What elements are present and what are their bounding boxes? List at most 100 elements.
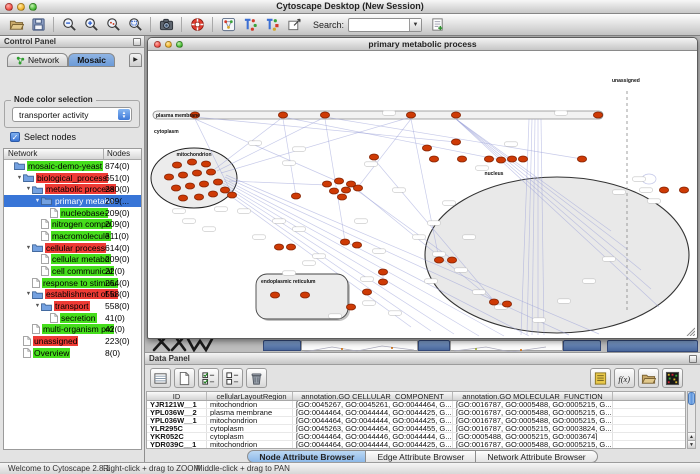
expander-icon[interactable]: ▼	[25, 291, 32, 297]
network-canvas[interactable]: plasma membranecytoplasmmitochondrionnuc…	[149, 51, 696, 337]
network-node[interactable]	[286, 244, 295, 250]
attribute-unselect-all-button[interactable]	[222, 368, 243, 388]
network-node[interactable]	[337, 194, 346, 200]
table-row[interactable]: YJR121W__1mitochondrion[GO:0045267, GO:0…	[147, 401, 685, 409]
background-window-fragment[interactable]	[301, 340, 418, 351]
network-node[interactable]	[496, 157, 505, 163]
table-row[interactable]: YKR052Ccytoplasm[GO:0044464, GO:0044446,…	[147, 433, 685, 441]
tree-row[interactable]: ▼cellular process614(0)	[4, 242, 141, 254]
scrollbar-thumb[interactable]	[688, 392, 695, 405]
network-node[interactable]	[406, 112, 415, 118]
tree-row[interactable]: ▼primary metabo209(...	[4, 195, 141, 207]
tree-row[interactable]: ▼cell communicat22(0)	[4, 265, 141, 277]
network-node[interactable]	[593, 112, 602, 118]
zoom-out-button[interactable]	[59, 15, 79, 34]
node-color-attribute-select[interactable]: transporter activity ▲▼	[12, 107, 132, 122]
help-button[interactable]	[187, 15, 207, 34]
background-window-titlebar[interactable]	[563, 340, 601, 351]
tree-row[interactable]: ▼biological_process651(0)	[4, 172, 141, 184]
network-node[interactable]	[429, 156, 438, 162]
open-session-button[interactable]	[6, 15, 26, 34]
manage-networks-button[interactable]	[218, 15, 238, 34]
tree-row[interactable]: ▼cellular metabo209(0)	[4, 254, 141, 266]
network-node[interactable]	[187, 159, 196, 165]
attribute-select-button[interactable]	[150, 368, 171, 388]
column-header[interactable]: annotation.GO CELLULAR_COMPONENT	[293, 392, 453, 400]
table-row[interactable]: YPL036W__1mitochondrion[GO:0044464, GO:0…	[147, 417, 685, 425]
tree-row[interactable]: ▼macromolecule311(0)	[4, 230, 141, 242]
import-attribute-button[interactable]	[638, 368, 659, 388]
network-node[interactable]	[274, 244, 283, 250]
tree-row[interactable]: ▼unassigned223(0)	[4, 335, 141, 347]
network-node[interactable]	[178, 195, 187, 201]
zoom-selected-button[interactable]	[103, 15, 123, 34]
network-node[interactable]	[300, 292, 309, 298]
import-attributes-button[interactable]	[427, 15, 447, 34]
column-header[interactable]: annotation.GO MOLECULAR_FUNCTION	[453, 392, 613, 400]
column-header[interactable]: _cellularLayoutRegion	[207, 392, 293, 400]
annotation-button[interactable]	[284, 15, 304, 34]
select-stepper-icon[interactable]: ▲▼	[118, 109, 130, 120]
network-node[interactable]	[457, 156, 466, 162]
network-node[interactable]	[334, 178, 343, 184]
attribute-create-button[interactable]	[174, 368, 195, 388]
network-node[interactable]	[507, 156, 516, 162]
network-node[interactable]	[194, 194, 203, 200]
tree-row[interactable]: ▼transport558(0)	[4, 300, 141, 312]
network-node[interactable]	[320, 112, 329, 118]
network-node[interactable]	[451, 112, 460, 118]
network-node[interactable]	[577, 156, 586, 162]
search-input[interactable]	[350, 19, 408, 31]
expander-icon[interactable]: ▼	[34, 198, 41, 204]
column-header[interactable]: ID	[147, 392, 207, 400]
expander-icon[interactable]: ▼	[25, 245, 32, 251]
tab-mosaic[interactable]: Mosaic	[68, 53, 115, 67]
save-session-button[interactable]	[28, 15, 48, 34]
network-node[interactable]	[489, 299, 498, 305]
zoom-fit-button[interactable]	[125, 15, 145, 34]
network-node[interactable]	[172, 162, 181, 168]
network-node[interactable]	[270, 292, 279, 298]
chevron-down-icon[interactable]: ▼	[409, 19, 421, 31]
select-nodes-checkbox[interactable]: ✓	[10, 132, 20, 142]
network-node[interactable]	[502, 301, 511, 307]
zoom-in-button[interactable]	[81, 15, 101, 34]
attribute-editor-button[interactable]	[590, 368, 611, 388]
network-node[interactable]	[369, 154, 378, 160]
network-node[interactable]	[378, 279, 387, 285]
network-node[interactable]	[199, 181, 208, 187]
network-window-titlebar[interactable]: primary metabolic process	[148, 38, 697, 51]
apply-layout-button[interactable]	[240, 15, 260, 34]
network-node[interactable]	[484, 156, 493, 162]
tree-row[interactable]: ▼establishment of lo558(0)	[4, 289, 141, 301]
network-node[interactable]	[679, 187, 688, 193]
tree-row[interactable]: ▼mosaic-demo-yeast874(0)	[4, 160, 141, 172]
resize-grip-icon[interactable]	[685, 326, 695, 336]
network-node[interactable]	[518, 156, 527, 162]
snapshot-button[interactable]	[156, 15, 176, 34]
network-node[interactable]	[164, 174, 173, 180]
tree-row[interactable]: ▼secretion41(0)	[4, 312, 141, 324]
network-node[interactable]	[178, 172, 187, 178]
network-node[interactable]	[659, 187, 668, 193]
expander-icon[interactable]: ▼	[34, 303, 41, 309]
network-node[interactable]	[171, 185, 180, 191]
table-row[interactable]: YLR295Ccytoplasm[GO:0045263, GO:0044464,…	[147, 425, 685, 433]
tree-row[interactable]: ▼response to stimulu264(0)	[4, 277, 141, 289]
network-node[interactable]	[346, 304, 355, 310]
formula-builder-button[interactable]: f(x)	[614, 368, 635, 388]
network-node[interactable]	[208, 191, 217, 197]
tree-row[interactable]: ▼nucleobase-209(0)	[4, 207, 141, 219]
tree-row[interactable]: ▼multi-organism pro42(0)	[4, 324, 141, 336]
network-node[interactable]	[353, 185, 362, 191]
network-node[interactable]	[213, 179, 222, 185]
scroll-down-icon[interactable]: ▼	[688, 440, 695, 448]
network-node[interactable]	[185, 183, 194, 189]
network-node[interactable]	[434, 257, 443, 263]
column-header[interactable]	[613, 392, 685, 400]
tree-column-nodes[interactable]: Nodes	[103, 149, 141, 159]
background-window-titlebar[interactable]	[607, 340, 698, 352]
background-window-titlebar[interactable]	[418, 340, 450, 351]
network-node[interactable]	[340, 239, 349, 245]
network-node[interactable]	[278, 112, 287, 118]
